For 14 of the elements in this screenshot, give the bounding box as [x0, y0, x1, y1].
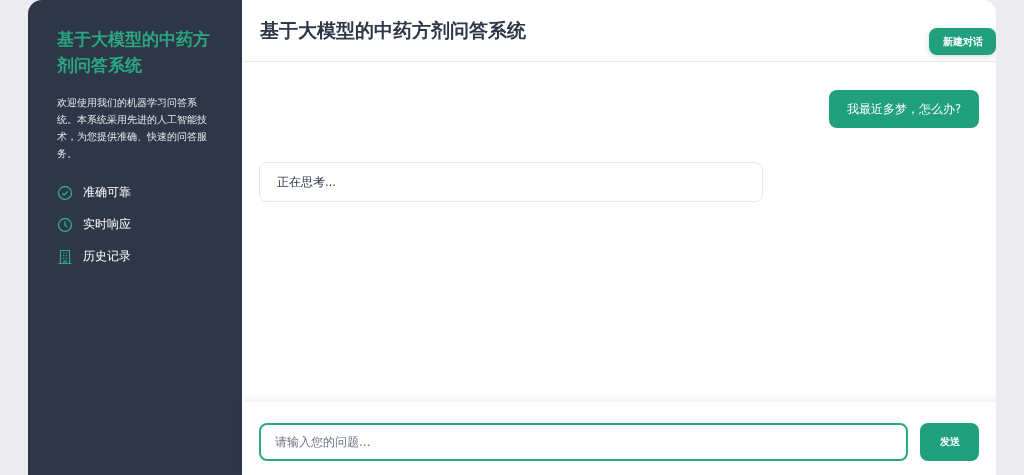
check-circle-icon	[57, 184, 73, 201]
feature-label: 实时响应	[83, 216, 131, 233]
question-input-field[interactable]: 请输入您的问题...	[259, 422, 908, 461]
new-chat-button[interactable]: 新建对话	[929, 28, 996, 55]
feature-label: 历史记录	[83, 248, 131, 265]
building-icon	[57, 248, 73, 265]
assistant-message: 正在思考...	[259, 162, 763, 202]
send-button[interactable]: 发送	[920, 422, 979, 461]
feature-label: 准确可靠	[83, 184, 131, 201]
clock-icon	[57, 216, 73, 233]
user-message: 我最近多梦，怎么办?	[828, 90, 979, 128]
sidebar-title: 基于大模型的中药方剂问答系统	[57, 28, 211, 77]
sidebar-description: 欢迎使用我们的机器学习问答系统。本系统采用先进的人工智能技术，为您提供准确、快速的问答服务。	[57, 96, 208, 161]
page-title: 基于大模型的中药方剂问答系统	[260, 18, 526, 43]
